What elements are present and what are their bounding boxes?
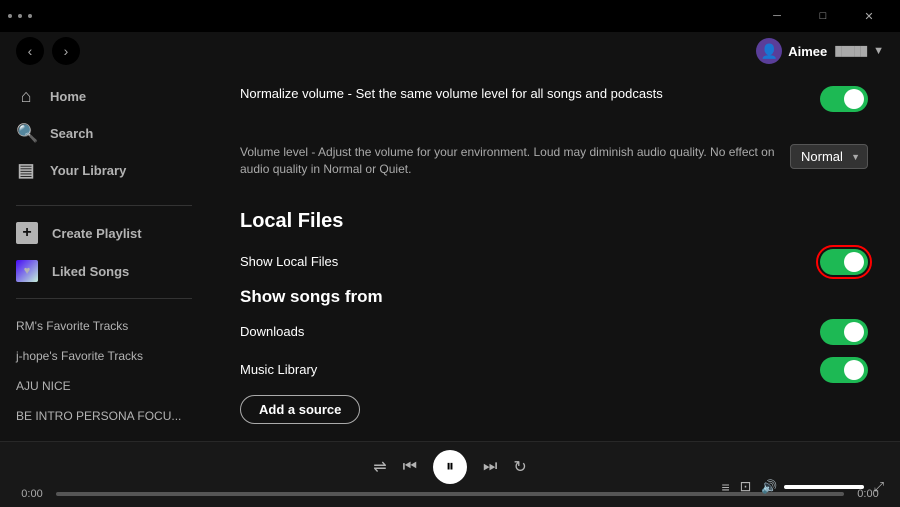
shuffle-button[interactable]: ⇌: [373, 457, 386, 477]
minimize-button[interactable]: ─: [754, 0, 800, 32]
heart-icon: ♥: [16, 260, 38, 282]
list-item[interactable]: Beyond Borders: Asian Artist...: [0, 431, 208, 441]
normalize-volume-row: Normalize volume - Set the same volume l…: [240, 86, 868, 128]
sidebar-nav: ⌂ Home 🔍 Search ▤ Your Library: [0, 70, 208, 197]
sidebar-library-label: Your Library: [50, 163, 126, 178]
avatar: 👤: [756, 38, 782, 64]
show-local-files-row: Show Local Files: [240, 249, 868, 275]
play-pause-button[interactable]: ⏸: [433, 450, 467, 484]
liked-songs-label: Liked Songs: [52, 264, 129, 279]
titlebar-dots: [8, 14, 32, 18]
normalize-toggle[interactable]: [820, 86, 868, 112]
fullscreen-button[interactable]: ⤢: [874, 479, 884, 495]
home-icon: ⌂: [16, 86, 36, 107]
dot-1: [8, 14, 12, 18]
titlebar: ─ □ ✕: [0, 0, 900, 32]
back-button[interactable]: ‹: [16, 37, 44, 65]
plus-icon: +: [16, 222, 38, 244]
create-playlist-label: Create Playlist: [52, 226, 142, 241]
volume-select-wrapper: Normal Loud Quiet: [790, 144, 868, 169]
window-controls: ─ □ ✕: [754, 0, 892, 32]
sidebar-item-home[interactable]: ⌂ Home: [0, 78, 208, 115]
toggle-slider-music-library: [820, 357, 868, 383]
forward-button[interactable]: ›: [52, 37, 80, 65]
previous-button[interactable]: ⏮: [403, 458, 417, 476]
library-icon: ▤: [16, 160, 36, 181]
sidebar-home-label: Home: [50, 89, 86, 104]
add-source-button[interactable]: Add a source: [240, 395, 360, 424]
volume-icon[interactable]: 🔊: [761, 479, 777, 495]
show-local-files-label: Show Local Files: [240, 254, 338, 269]
close-button[interactable]: ✕: [846, 0, 892, 32]
toggle-slider-local: [820, 249, 868, 275]
volume-slider[interactable]: [784, 485, 864, 489]
create-playlist-action[interactable]: + Create Playlist: [0, 214, 208, 252]
list-item[interactable]: BE INTRO PERSONA FOCU...: [0, 401, 208, 431]
volume-level-row: Volume level - Adjust the volume for you…: [240, 144, 868, 194]
player-right-controls: ≡ ⊡ 🔊 ⤢: [722, 478, 885, 495]
toggle-slider-normalize: [820, 86, 868, 112]
list-item[interactable]: RM's Favorite Tracks: [0, 311, 208, 341]
normalize-volume-label: Normalize volume - Set the same volume l…: [240, 86, 663, 101]
chevron-down-icon: ▼: [873, 45, 884, 57]
music-library-toggle[interactable]: [820, 357, 868, 383]
show-songs-from-title: Show songs from: [240, 287, 868, 307]
normalize-volume-text: Normalize volume - Set the same volume l…: [240, 86, 663, 103]
volume-level-select[interactable]: Normal Loud Quiet: [790, 144, 868, 169]
list-item[interactable]: j-hope's Favorite Tracks: [0, 341, 208, 371]
downloads-row: Downloads: [240, 319, 868, 345]
user-area[interactable]: 👤 Aimee █████ ▼: [756, 38, 884, 64]
user-name: Aimee: [788, 44, 827, 59]
sidebar-item-search[interactable]: 🔍 Search: [0, 115, 208, 152]
search-icon: 🔍: [16, 123, 36, 144]
volume-level-text: Volume level - Adjust the volume for you…: [240, 144, 790, 178]
player-bar: ⇌ ⏮ ⏸ ⏭ ↻ 0:00 0:00 ≡ ⊡ 🔊 ⤢: [0, 441, 900, 507]
playlist-list: RM's Favorite Tracks j-hope's Favorite T…: [0, 307, 208, 441]
list-item[interactable]: AJU NICE: [0, 371, 208, 401]
navbar: ‹ › 👤 Aimee █████ ▼: [0, 32, 900, 70]
sidebar-item-library[interactable]: ▤ Your Library: [0, 152, 208, 189]
downloads-toggle[interactable]: [820, 319, 868, 345]
music-library-row: Music Library: [240, 357, 868, 383]
queue-button[interactable]: ≡: [722, 479, 730, 495]
sidebar: ⌂ Home 🔍 Search ▤ Your Library + Create …: [0, 70, 208, 441]
volume-level-label: Volume level - Adjust the volume for you…: [240, 144, 790, 178]
downloads-label: Downloads: [240, 324, 304, 339]
local-files-title: Local Files: [240, 210, 868, 233]
sidebar-search-label: Search: [50, 126, 93, 141]
toggle-slider-downloads: [820, 319, 868, 345]
settings-content: Normalize volume - Set the same volume l…: [208, 70, 900, 441]
next-button[interactable]: ⏭: [483, 458, 497, 476]
music-library-label: Music Library: [240, 362, 317, 377]
show-local-files-toggle[interactable]: [820, 249, 868, 275]
sidebar-divider: [16, 205, 192, 206]
dot-3: [28, 14, 32, 18]
current-time: 0:00: [16, 488, 48, 500]
repeat-button[interactable]: ↻: [513, 457, 526, 477]
devices-button[interactable]: ⊡: [740, 478, 752, 495]
main-layout: ⌂ Home 🔍 Search ▤ Your Library + Create …: [0, 70, 900, 441]
dot-2: [18, 14, 22, 18]
sidebar-divider-2: [16, 298, 192, 299]
maximize-button[interactable]: □: [800, 0, 846, 32]
liked-songs-action[interactable]: ♥ Liked Songs: [0, 252, 208, 290]
volume-control: 🔊: [761, 479, 863, 495]
